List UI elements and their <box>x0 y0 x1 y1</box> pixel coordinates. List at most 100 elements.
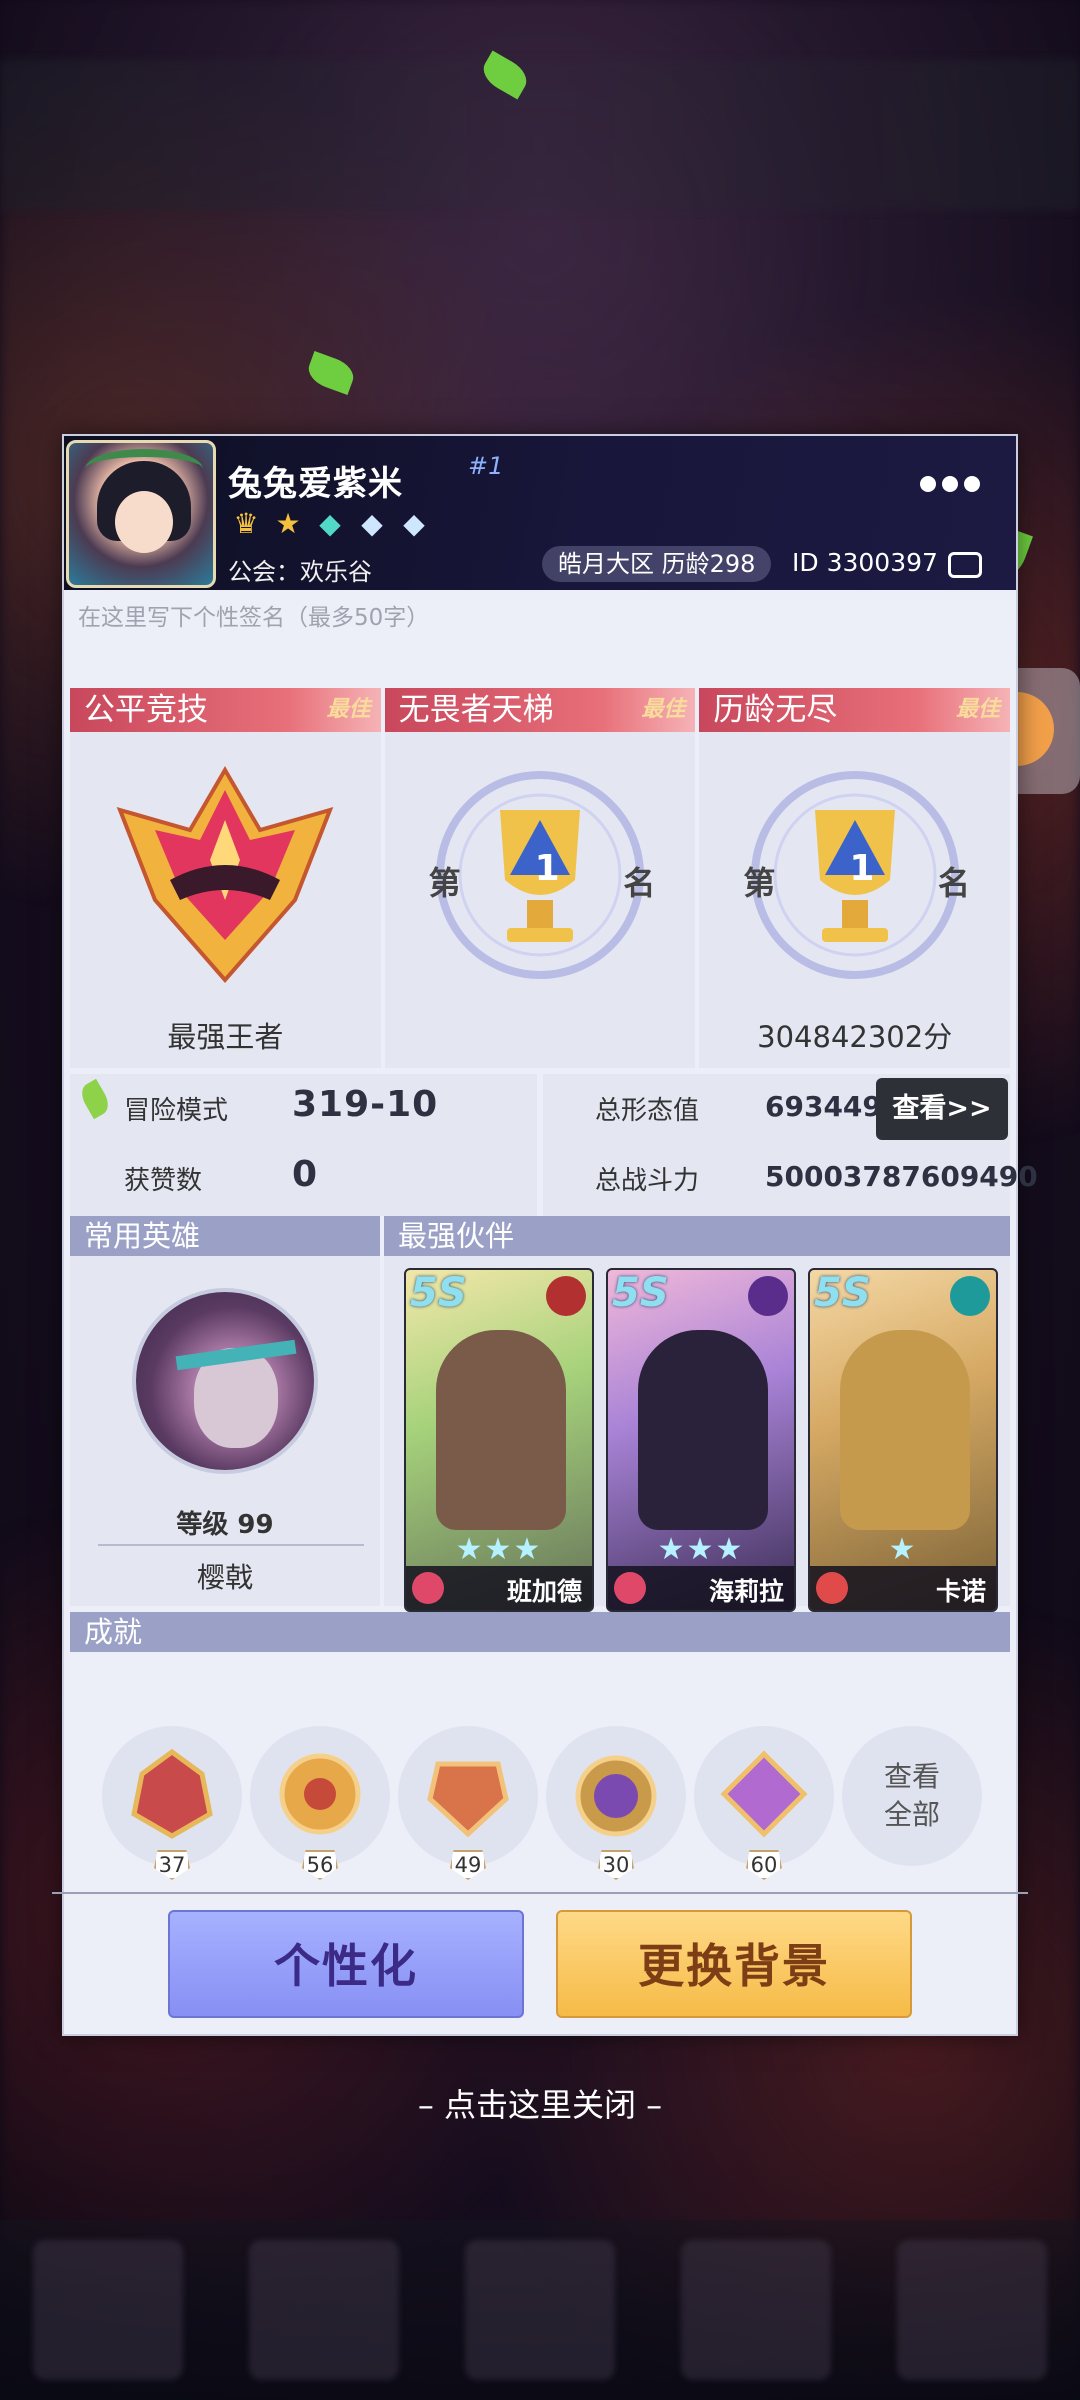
rank-title: 无畏者天梯 <box>398 692 554 728</box>
achievement-row: 37 56 49 30 60 查看 全部 <box>102 1726 982 1880</box>
partner-card[interactable]: 5S ★★★ 海莉拉 <box>606 1268 796 1612</box>
server-info: 皓月大区 历龄298 <box>542 546 772 582</box>
partner-name: 班加德 <box>506 1577 582 1606</box>
partner-footer: 班加德 <box>406 1566 592 1610</box>
trophy-rank-left: 第 <box>428 864 461 902</box>
achievement-count: 56 <box>302 1850 338 1880</box>
diamond-badge-icon: ◆ <box>361 507 383 540</box>
adventure-row: 冒险模式 319-10 <box>70 1074 537 1138</box>
shield-class-icon <box>816 1572 848 1604</box>
partner-card[interactable]: 5S ★★★ 班加德 <box>404 1268 594 1612</box>
blurred-tab <box>249 2240 399 2380</box>
close-hint[interactable]: – 点击这里关闭 – <box>0 2080 1080 2126</box>
class-icon <box>412 1572 444 1604</box>
trophy-rank-number: 1 <box>534 848 560 889</box>
view-form-button[interactable]: 查看>> <box>876 1078 1008 1140</box>
hero-level: 等级 99 <box>176 1510 274 1540</box>
partner-card[interactable]: 5S ★ 卡诺 <box>808 1268 998 1612</box>
profile-panel: 兔兔爱紫米 #1 ♛ ★ ◆ ◆ ◆ 公会：欢乐谷 皓月大区 历龄298 ID … <box>52 434 1038 2036</box>
achievement-emblem-icon <box>720 1750 808 1838</box>
profile-header: 兔兔爱紫米 #1 ♛ ★ ◆ ◆ ◆ 公会：欢乐谷 皓月大区 历龄298 ID … <box>64 436 1016 590</box>
view-all-achievements-button[interactable]: 查看 全部 <box>842 1726 982 1866</box>
achievement-badge[interactable]: 37 <box>102 1726 242 1880</box>
strongest-partners-title: 最强伙伴 <box>384 1216 1010 1256</box>
partner-footer: 卡诺 <box>810 1566 996 1610</box>
blurred-top-bar <box>0 60 1080 210</box>
trophy-rank-right: 名 <box>938 864 971 902</box>
more-dot-icon <box>964 476 980 492</box>
adventure-value: 319-10 <box>292 1084 439 1125</box>
form-value: 693449 <box>765 1090 882 1123</box>
trophy-rank-right: 名 <box>623 864 656 902</box>
rank-value: 304842302分 <box>757 1020 953 1054</box>
partner-figure <box>436 1330 566 1530</box>
achievement-emblem-icon <box>427 1761 509 1838</box>
signature-input[interactable]: 在这里写下个性签名（最多50字） <box>78 598 429 632</box>
common-hero-title: 常用英雄 <box>70 1216 380 1256</box>
king-rank-emblem-icon <box>117 766 334 984</box>
achievement-count: 49 <box>450 1850 486 1880</box>
best-tag: 最佳 <box>956 697 1001 722</box>
rank-value: 最强王者 <box>167 1020 284 1054</box>
achievement-badge[interactable]: 60 <box>694 1726 834 1880</box>
heroes-section: 常用英雄 等级 99 樱戟 最强伙伴 5S ★★★ 班加德 5S ★★★ 海莉拉… <box>70 1216 1010 1612</box>
partner-footer: 海莉拉 <box>608 1566 794 1610</box>
rank-header: 无畏者天梯 最佳 <box>384 688 696 732</box>
player-avatar[interactable] <box>66 440 216 588</box>
avatar-face <box>115 491 173 553</box>
rank-fearless-ladder[interactable]: 无畏者天梯 最佳 第 1 名 <box>384 688 696 1068</box>
rank-grid: 公平竞技 最佳 最强王者 无畏者天梯 最佳 第 1 名 历龄无尽 最佳 第 1 … <box>70 688 1011 1068</box>
power-label: 总战斗力 <box>595 1166 700 1196</box>
stats-left: 冒险模式 319-10 获赞数 0 <box>70 1074 537 1216</box>
partner-tier: 5S <box>410 1270 467 1316</box>
likes-label: 获赞数 <box>124 1166 203 1196</box>
achievement-count: 60 <box>746 1850 782 1880</box>
power-row: 总战斗力 50003787609490 <box>543 1144 1038 1208</box>
blurred-bottom-nav <box>0 2220 1080 2400</box>
achievement-emblem-icon <box>131 1748 213 1839</box>
chat-icon[interactable] <box>948 552 982 578</box>
rank-header: 公平竞技 最佳 <box>70 688 381 732</box>
best-tag: 最佳 <box>326 697 371 722</box>
more-dot-icon <box>920 476 936 492</box>
power-value: 50003787609490 <box>765 1160 1038 1193</box>
rank-header: 历龄无尽 最佳 <box>699 688 1011 732</box>
rank-endless[interactable]: 历龄无尽 最佳 第 1 名 304842302分 <box>699 688 1011 1068</box>
common-hero-box[interactable]: 常用英雄 等级 99 樱戟 <box>70 1216 380 1606</box>
achievement-badge[interactable]: 49 <box>398 1726 538 1880</box>
moon-element-icon <box>748 1276 788 1316</box>
strongest-partners-box: 最强伙伴 5S ★★★ 班加德 5S ★★★ 海莉拉 5S ★ 卡诺 <box>384 1216 1010 1612</box>
diamond-badge-icon: ◆ <box>319 507 341 540</box>
more-options-button[interactable] <box>920 476 980 492</box>
rank-title: 公平竞技 <box>84 692 208 728</box>
rank-fair-competition[interactable]: 公平竞技 最佳 最强王者 <box>70 688 381 1068</box>
achievement-badge[interactable]: 56 <box>250 1726 390 1880</box>
partner-name: 卡诺 <box>935 1577 986 1606</box>
achievement-count: 37 <box>154 1850 190 1880</box>
divider <box>98 1544 364 1546</box>
blurred-tab <box>681 2240 831 2380</box>
achievements-title: 成就 <box>70 1612 1010 1652</box>
partner-stars: ★★★ <box>455 1532 543 1567</box>
form-label: 总形态值 <box>595 1096 700 1126</box>
badge-row: ♛ ★ ◆ ◆ ◆ <box>228 506 432 542</box>
rank-title: 历龄无尽 <box>713 692 838 728</box>
trophy-rank-left: 第 <box>743 864 776 902</box>
trophy-rank-number: 1 <box>849 848 875 889</box>
partner-stars: ★ <box>888 1532 918 1567</box>
crown-badge-icon: ♛ <box>233 507 259 540</box>
achievement-badge[interactable]: 30 <box>546 1726 686 1880</box>
partner-name: 海莉拉 <box>708 1577 784 1606</box>
change-background-button[interactable]: 更换背景 <box>556 1910 912 2018</box>
achievement-emblem-icon <box>279 1753 361 1835</box>
wind-element-icon <box>950 1276 990 1316</box>
customize-button[interactable]: 个性化 <box>168 1910 524 2018</box>
partner-cards: 5S ★★★ 班加德 5S ★★★ 海莉拉 5S ★ 卡诺 <box>404 1268 998 1612</box>
divider <box>52 1892 1028 1894</box>
form-row: 总形态值 693449 查看>> <box>543 1074 1010 1140</box>
fire-element-icon <box>546 1276 586 1316</box>
username: 兔兔爱紫米 <box>228 464 403 504</box>
user-id[interactable]: ID 3300397 <box>792 548 938 577</box>
best-tag: 最佳 <box>641 697 686 722</box>
blurred-tab <box>897 2240 1047 2380</box>
